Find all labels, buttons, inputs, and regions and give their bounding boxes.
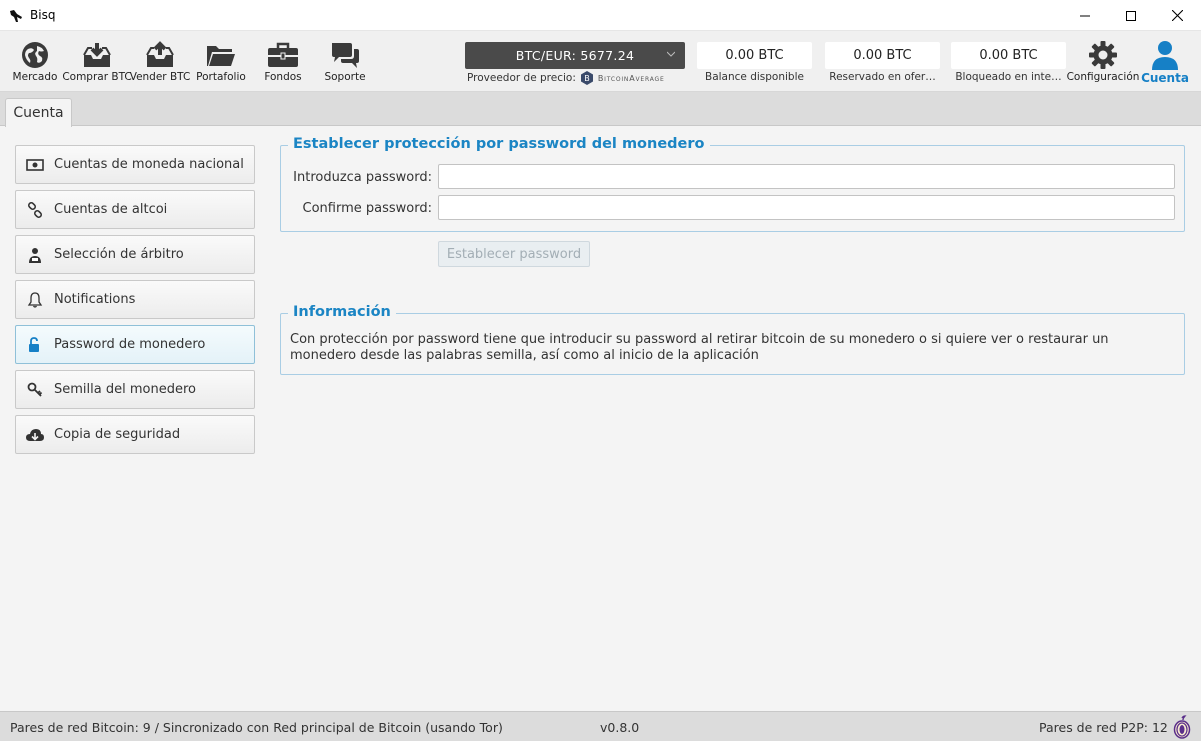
menu-item-label: Semilla del monedero (54, 382, 196, 397)
tor-onion-icon (1173, 715, 1191, 739)
chevron-down-icon (667, 51, 675, 57)
briefcase-icon (268, 42, 298, 67)
nav-portafolio[interactable]: Portafolio (194, 31, 248, 92)
btc-network-status: Pares de red Bitcoin: 9 / Sincronizado c… (10, 720, 503, 735)
menu-item-label: Cuentas de altcoi (54, 202, 168, 217)
nav-comprar-btc[interactable]: Comprar BTC (62, 31, 132, 92)
status-bar: Pares de red Bitcoin: 9 / Sincronizado c… (0, 711, 1201, 741)
arbitrator-icon (29, 247, 41, 263)
key-icon (27, 382, 43, 397)
link-icon (27, 201, 43, 218)
main-toolbar: Mercado Comprar BTC Vender BTC Portafoli… (0, 31, 1201, 92)
bitcoinaverage-logo-icon: B (580, 71, 593, 85)
confirm-password-input[interactable] (438, 195, 1175, 220)
tab-strip: Cuenta (0, 92, 1201, 127)
svg-text:B: B (584, 74, 590, 83)
menu-item-arbitrator[interactable]: Selección de árbitro (15, 235, 255, 274)
gear-icon (1089, 41, 1117, 69)
window-title: Bisq (30, 8, 56, 22)
nav-soporte[interactable]: Soporte (320, 31, 370, 92)
menu-item-label: Cuentas de moneda nacional (54, 157, 244, 172)
nav-label: Configuración (1066, 71, 1140, 83)
banknote-icon (26, 158, 44, 171)
bell-icon (27, 291, 43, 308)
price-selector[interactable]: BTC/EUR: 5677.24 (465, 42, 685, 69)
p2p-peers-status: Pares de red P2P: 12 (1039, 720, 1168, 735)
nav-configuracion[interactable]: Configuración (1067, 31, 1139, 92)
nav-label: Fondos (264, 71, 302, 83)
user-icon (1152, 41, 1178, 70)
app-version: v0.8.0 (600, 720, 640, 735)
tab-cuenta[interactable]: Cuenta (5, 98, 72, 127)
price-value: BTC/EUR: 5677.24 (515, 48, 635, 63)
enter-password-label: Introduzca password: (293, 170, 432, 185)
price-provider-label: Proveedor de precio: (467, 72, 576, 84)
balance-reserved: 0.00 BTC (825, 42, 940, 69)
price-provider-name: BitcoinAverage (597, 73, 665, 83)
balance-label: Balance disponible (705, 71, 804, 83)
nav-vender-btc[interactable]: Vender BTC (129, 31, 191, 92)
bisq-logo-icon (10, 10, 22, 22)
close-icon (1171, 10, 1183, 21)
balance-value: 0.00 BTC (853, 48, 912, 63)
buy-box-icon (83, 43, 111, 67)
menu-item-altcoin-accounts[interactable]: Cuentas de altcoi (15, 190, 255, 229)
menu-item-label: Selección de árbitro (54, 247, 184, 262)
maximize-button[interactable] (1108, 0, 1154, 31)
confirm-password-label: Confirme password: (302, 201, 432, 216)
nav-mercado[interactable]: Mercado (10, 31, 60, 92)
nav-label: Vender BTC (129, 71, 191, 83)
balance-value: 0.00 BTC (979, 48, 1038, 63)
nav-label: Soporte (324, 71, 366, 83)
price-provider: Proveedor de precio: B BitcoinAverage (467, 71, 665, 85)
sell-box-icon (146, 41, 174, 67)
balance-value: 0.00 BTC (725, 48, 784, 63)
balance-label: Bloqueado en inte… (955, 71, 1062, 83)
menu-item-label: Password de monedero (54, 337, 206, 352)
balance-available: 0.00 BTC (697, 42, 812, 69)
cloud-download-icon (26, 428, 44, 441)
unlock-icon (29, 336, 39, 352)
balance-locked: 0.00 BTC (951, 42, 1066, 69)
nav-cuenta[interactable]: Cuenta (1140, 31, 1190, 92)
info-group-title: Información (288, 304, 396, 320)
chat-bubbles-icon (332, 43, 359, 68)
nav-fondos[interactable]: Fondos (260, 31, 306, 92)
globe-icon (22, 42, 48, 68)
set-password-button[interactable]: Establecer password (438, 241, 590, 267)
password-group-title: Establecer protección por password del m… (288, 136, 710, 152)
minimize-button[interactable] (1062, 0, 1108, 31)
menu-item-label: Notifications (54, 292, 136, 307)
info-text: Con protección por password tiene que in… (290, 332, 1109, 363)
menu-item-label: Copia de seguridad (54, 427, 181, 442)
menu-item-wallet-password[interactable]: Password de monedero (15, 325, 255, 364)
window-titlebar: Bisq (0, 0, 1201, 31)
maximize-icon (1126, 10, 1136, 21)
balance-label: Reservado en ofer… (829, 71, 936, 83)
menu-item-fiat-accounts[interactable]: Cuentas de moneda nacional (15, 145, 255, 184)
enter-password-input[interactable] (438, 164, 1175, 189)
menu-item-wallet-seed[interactable]: Semilla del monedero (15, 370, 255, 409)
menu-item-notifications[interactable]: Notifications (15, 280, 255, 319)
nav-label: Comprar BTC (62, 71, 132, 83)
nav-label: Cuenta (1141, 71, 1189, 85)
nav-label: Mercado (12, 71, 58, 83)
close-button[interactable] (1154, 0, 1200, 31)
nav-label: Portafolio (196, 71, 246, 83)
minimize-icon (1080, 15, 1090, 16)
menu-item-backup[interactable]: Copia de seguridad (15, 415, 255, 454)
folder-icon (207, 46, 235, 66)
